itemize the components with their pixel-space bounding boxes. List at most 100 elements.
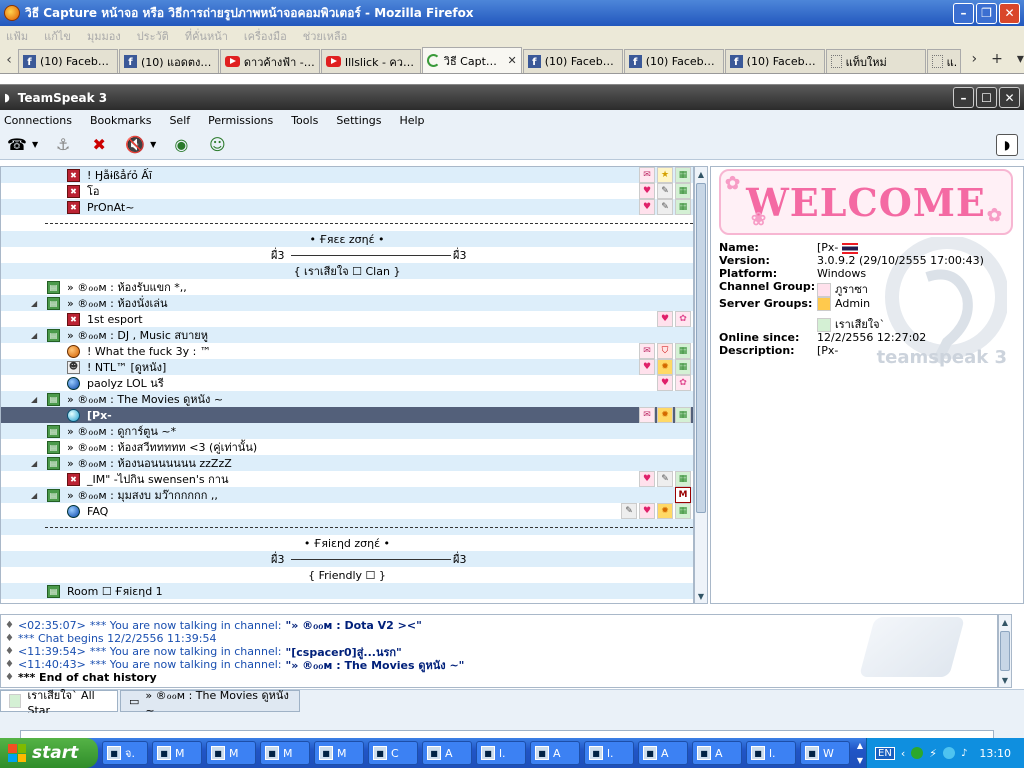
client-row[interactable]: ! What the fuck 3y : ™ ✉ ⛉ ▦	[1, 343, 693, 359]
browser-tab[interactable]: Illslick - ความ...	[320, 49, 421, 73]
menu-bookmarks[interactable]: ที่คั่นหน้า	[185, 27, 228, 45]
expand-arrow-icon[interactable]: ◢	[31, 331, 37, 340]
client-row[interactable]: FAQ ✎ ♥ ✹ ▦	[1, 503, 693, 519]
spacer-row[interactable]: { เราเสียใจ ☐ Clan }	[1, 263, 693, 279]
channel-row[interactable]: ◢ ▤ » ®ℴℴм : ห้องนั่งเล่น	[1, 295, 693, 311]
expand-arrow-icon[interactable]: ◢	[31, 299, 37, 308]
spacer-row[interactable]: ผื่3 ผื่3	[1, 551, 693, 567]
connect-icon[interactable]: ☎	[6, 134, 28, 156]
taskbar-button[interactable]: ■ จ.	[102, 741, 148, 765]
scroll-up-icon[interactable]: ▲	[999, 615, 1011, 629]
close-button[interactable]: ✕	[999, 2, 1020, 24]
taskbar-button[interactable]: ■ C	[368, 741, 418, 765]
expand-arrow-icon[interactable]: ◢	[31, 459, 37, 468]
taskbar-button[interactable]: ■ M	[260, 741, 310, 765]
language-indicator[interactable]: EN	[875, 746, 895, 760]
channel-tree[interactable]: ✖! Ӈẵɨßẳŕỏ Ấĩ ✉ ★ ▦ ✖ โอ ♥ ✎ ▦ ✖ PrOnAt~ ♥ ✎ ▦ • Ғяεε …	[0, 166, 694, 604]
chat-log[interactable]: ♦ <02:35:07> *** You are now talking in c…	[0, 614, 998, 688]
scroll-up-icon[interactable]: ▲	[695, 167, 707, 181]
scroll-down-icon[interactable]: ▼	[999, 673, 1011, 687]
menu-tools[interactable]: เครื่องมือ	[244, 27, 287, 45]
channel-row[interactable]: ▤» ®ℴℴм : ห้องรับแขก *,,	[1, 279, 693, 295]
channel-tree-scrollbar[interactable]: ▲ ▼	[694, 166, 708, 604]
scrollbar-thumb[interactable]	[696, 183, 706, 513]
taskbar-button[interactable]: ■ W	[800, 741, 850, 765]
chevron-down-icon[interactable]: ▼	[150, 140, 156, 149]
menu-help[interactable]: Help	[399, 114, 424, 127]
browser-tab[interactable]: f (10) แอดตง ข...	[118, 49, 219, 73]
client-row[interactable]: ✖ _IM" -ไปกิน swensen's กาน ♥ ✎ ▦	[1, 471, 693, 487]
menu-settings[interactable]: Settings	[336, 114, 381, 127]
new-tab-icon[interactable]: +	[991, 51, 1003, 67]
tab-close-icon[interactable]: ✕	[508, 54, 517, 67]
menu-edit[interactable]: แก้ไข	[44, 27, 71, 45]
browser-tab[interactable]: f (10) Facebook	[17, 49, 118, 73]
spacer-row[interactable]: • Ғяiεηd zσηέ •	[1, 535, 693, 551]
client-row[interactable]: ✖ ! Ӈẵɨßẳŕỏ Ấĩ ✉ ★ ▦	[1, 167, 693, 183]
speaker-icon[interactable]: ♪	[961, 748, 967, 759]
tab-scroll-left-icon[interactable]: ‹	[0, 47, 18, 73]
channel-row[interactable]: ◢ ▤ » ®ℴℴм : มุมสงบ มว๊ากกกกก ,, M	[1, 487, 693, 503]
chat-tab-server[interactable]: เราเสียใจ` All Star	[0, 689, 118, 717]
taskbar-button[interactable]: ■ A	[530, 741, 580, 765]
chat-scrollbar[interactable]: ▲ ▼	[998, 614, 1012, 688]
browser-tab-active[interactable]: วิธี Captur... ✕	[421, 47, 522, 73]
tab-list-icon[interactable]: ▾	[1017, 51, 1024, 67]
spacer-row[interactable]: • Ғяεε zσηέ •	[1, 231, 693, 247]
channel-row[interactable]: ◢ ▤ » ®ℴℴм : The Movies ดูหนัง ~	[1, 391, 693, 407]
teamspeak-logo-button[interactable]: ◗	[996, 134, 1018, 156]
taskbar-button[interactable]: ■ M	[152, 741, 202, 765]
minimize-button[interactable]: –	[953, 2, 974, 24]
channel-row[interactable]: ◢ ▤ » ®ℴℴм : DJ , Music สบายหู	[1, 327, 693, 343]
menu-view[interactable]: มุมมอง	[87, 27, 121, 45]
scrollbar-thumb[interactable]	[1000, 631, 1010, 671]
browser-tab[interactable]: f (10) Facebook	[522, 49, 623, 73]
security-icon[interactable]	[911, 747, 924, 759]
channel-row[interactable]: ▤» ®ℴℴм : ดูการ์ตูน ~*	[1, 423, 693, 439]
menu-file[interactable]: แฟ้ม	[6, 27, 28, 45]
start-button[interactable]: start	[0, 738, 98, 768]
chat-input[interactable]	[20, 730, 994, 738]
expand-arrow-icon[interactable]: ◢	[31, 491, 37, 500]
channel-row[interactable]: ▤» ®ℴℴм : ห้องสวีททททท <3 (คู่เท่านั้น)	[1, 439, 693, 455]
chat-tab-channel[interactable]: ▭» ®ℴℴм : The Movies ดูหนัง ~	[120, 689, 300, 717]
taskbar-button[interactable]: ■ A	[638, 741, 688, 765]
browser-tab[interactable]: f (10) Facebook	[724, 49, 825, 73]
browser-tab[interactable]: แท็	[926, 49, 961, 73]
menu-permissions[interactable]: Permissions	[208, 114, 273, 127]
spacer-row[interactable]: ผื่3 ผื่3	[1, 247, 693, 263]
restore-button[interactable]: ❐	[976, 2, 997, 24]
taskbar-button[interactable]: ■ l.	[476, 741, 526, 765]
client-row[interactable]: [Px- ✉ ✹ ▦	[1, 407, 693, 423]
mute-microphone-icon[interactable]: ✖	[88, 134, 110, 156]
tab-scroll-right-icon[interactable]: ›	[972, 51, 978, 67]
taskbar-button[interactable]: ■ M	[206, 741, 256, 765]
taskbar-button[interactable]: ■ A	[422, 741, 472, 765]
client-row[interactable]: paolyz LOL นรี ♥ ✿	[1, 375, 693, 391]
menu-self[interactable]: Self	[169, 114, 190, 127]
browser-tab[interactable]: แท็บใหม่	[825, 49, 926, 73]
ts-minimize-button[interactable]: –	[953, 87, 974, 108]
away-icon[interactable]: ◉	[170, 134, 192, 156]
contacts-icon[interactable]: ☺	[206, 134, 228, 156]
ts-close-button[interactable]: ✕	[999, 87, 1020, 108]
menu-connections[interactable]: Connections	[4, 114, 72, 127]
taskbar-button[interactable]: ■ l.	[584, 741, 634, 765]
tray-arrow-icon[interactable]: ‹	[901, 747, 905, 760]
network-icon[interactable]: ⚡	[929, 747, 937, 760]
taskbar-button[interactable]: ■ M	[314, 741, 364, 765]
channel-row[interactable]: ◢ ▤» ®ℴℴм : ห้องนอนนนนนน zzZzZ	[1, 455, 693, 471]
taskbar-scroll[interactable]: ▲ ▼	[854, 741, 866, 765]
scroll-down-icon[interactable]: ▼	[695, 589, 707, 603]
chevron-down-icon[interactable]: ▼	[32, 140, 38, 149]
client-row[interactable]: ✖ 1st esport ♥ ✿	[1, 311, 693, 327]
menu-history[interactable]: ประวัติ	[137, 27, 169, 45]
menu-help[interactable]: ช่วยเหลือ	[303, 27, 347, 45]
client-row[interactable]: ✖ โอ ♥ ✎ ▦	[1, 183, 693, 199]
teamspeak-tray-icon[interactable]	[942, 747, 955, 759]
disconnect-icon[interactable]: ⚓	[52, 134, 74, 156]
mute-speakers-icon[interactable]: 🔇	[124, 134, 146, 156]
taskbar-button[interactable]: ■ l.	[746, 741, 796, 765]
browser-tab[interactable]: ดาวค้างฟ้า - IL...	[219, 49, 320, 73]
menu-bookmarks[interactable]: Bookmarks	[90, 114, 151, 127]
